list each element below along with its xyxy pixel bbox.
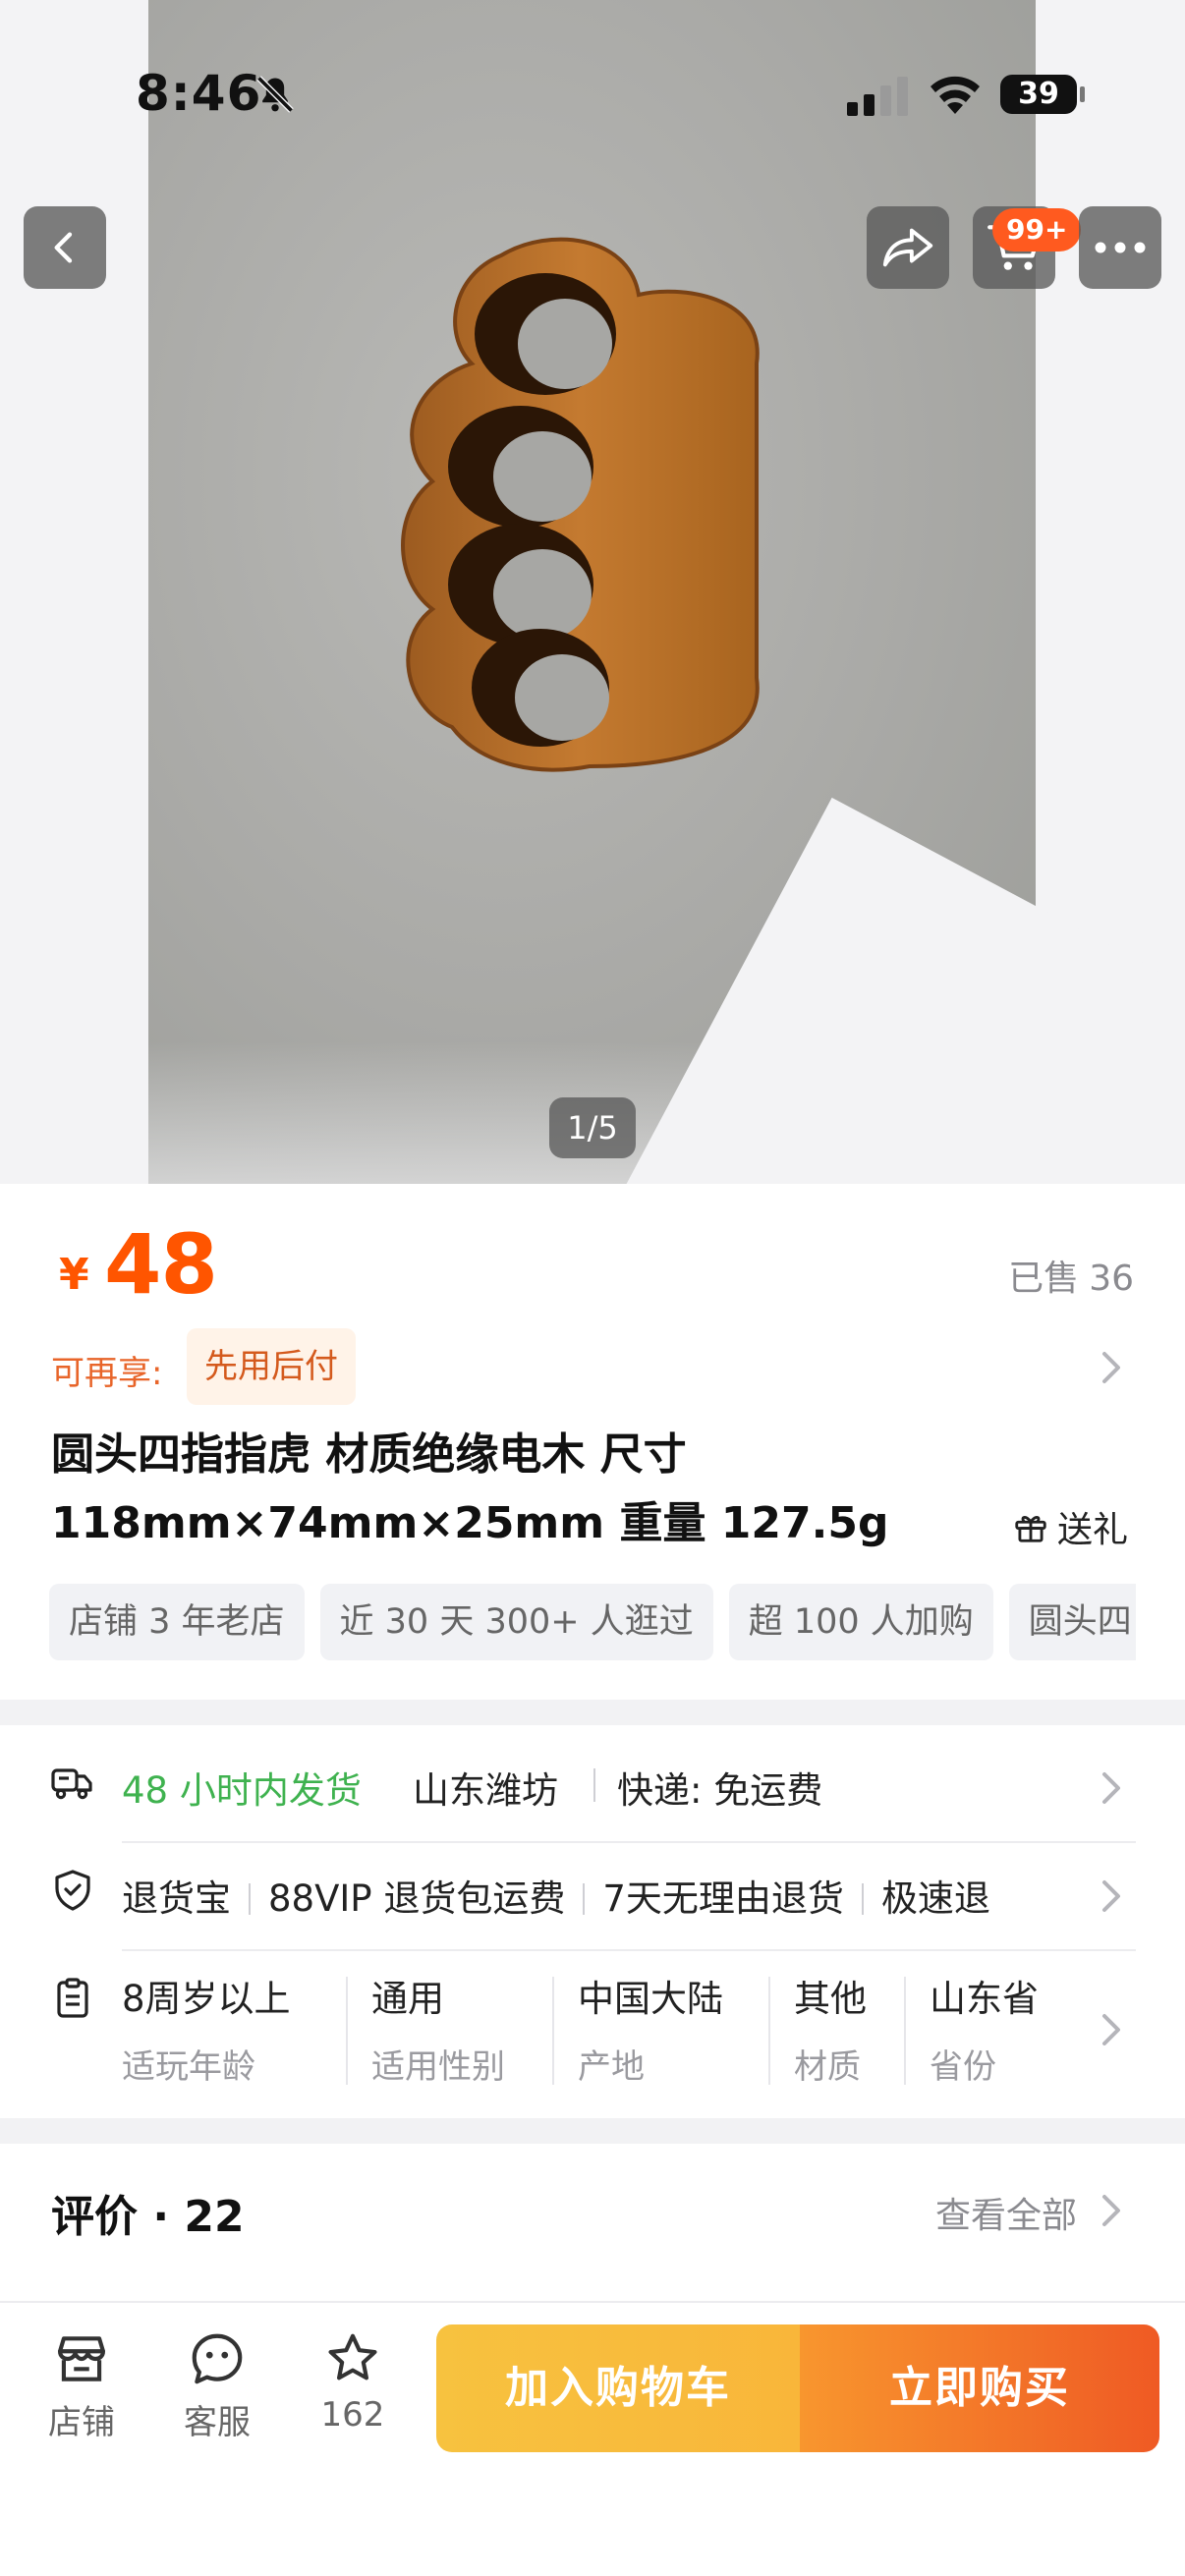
more-icon [1095, 242, 1146, 253]
ship-fee: 快递: 免运费 [617, 1769, 823, 1812]
tag-more[interactable]: 圆头四 [1008, 1584, 1136, 1660]
divider [593, 1768, 595, 1802]
row-divider [122, 1949, 1136, 1951]
attr-value: 山东省 [930, 1978, 1039, 2020]
promo-label: 可再享: [51, 1354, 163, 1393]
guarantee-return-insurance: 退货宝 [122, 1877, 231, 1918]
attr-value: 8周岁以上 [122, 1978, 291, 2020]
store-button[interactable]: 店铺 [28, 2328, 136, 2443]
attr-value: 中国大陆 [578, 1978, 723, 2020]
gallery-page-indicator: 1/5 [549, 1097, 636, 1158]
attr-province: 山东省 省份 [930, 1969, 1039, 2088]
chevron-left-icon [54, 232, 73, 263]
attr-origin: 中国大陆 产地 [578, 1969, 723, 2088]
divider [552, 1977, 554, 2085]
store-label: 店铺 [48, 2403, 115, 2442]
price-currency: ¥ [59, 1250, 89, 1300]
divider [861, 1883, 864, 1915]
attr-key: 适用性别 [371, 2047, 505, 2087]
more-button[interactable] [1079, 206, 1161, 289]
share-button[interactable] [867, 206, 949, 289]
guarantee-list[interactable]: 退货宝 88VIP 退货包运费 7天无理由退货 极速退 [122, 1869, 1065, 1918]
attr-value: 通用 [371, 1978, 444, 2020]
delivery-truck-icon [51, 1768, 92, 1800]
ship-origin: 山东潍坊 [413, 1769, 558, 1812]
star-icon [328, 2333, 377, 2380]
battery-cap [1080, 86, 1085, 102]
wifi-icon [931, 76, 980, 114]
product-title: 圆头四指指虎 材质绝缘电木 尺寸 118mm×74mm×25mm 重量 127.… [51, 1421, 955, 1558]
signal-icon [847, 77, 908, 116]
chevron-right-icon[interactable] [1099, 2193, 1124, 2228]
attr-key: 适玩年龄 [122, 2047, 255, 2087]
attr-gender: 通用 适用性别 [371, 1969, 505, 2088]
divider [768, 1977, 770, 2085]
tag-cart-adds[interactable]: 超 100 人加购 [728, 1584, 993, 1660]
divider [249, 1883, 251, 1915]
attr-key: 产地 [578, 2047, 645, 2087]
guarantee-chevron-icon[interactable] [1099, 1878, 1124, 1914]
chevron-right-icon[interactable] [1099, 1350, 1124, 1385]
tag-store-age[interactable]: 店铺 3 年老店 [49, 1584, 305, 1660]
chat-face-icon [192, 2333, 243, 2384]
cart-count-badge: 99+ [992, 208, 1082, 252]
row-divider [122, 1841, 1136, 1843]
pay-later-tag[interactable]: 先用后付 [187, 1328, 356, 1405]
attr-material: 其他 材质 [794, 1969, 867, 2088]
shipping-chevron-icon[interactable] [1099, 1770, 1124, 1806]
favorite-button[interactable]: 162 [299, 2328, 407, 2435]
shield-check-icon [55, 1870, 90, 1911]
share-icon [882, 228, 933, 267]
add-to-cart-button[interactable]: 加入购物车 [436, 2324, 800, 2452]
view-all-reviews-link[interactable]: 查看全部 [935, 2187, 1077, 2238]
sold-label: 已售 [1008, 1259, 1080, 1299]
product-tags: 店铺 3 年老店近 30 天 300+ 人逛过超 100 人加购 圆头四 [49, 1584, 1136, 1662]
tag-visitors[interactable]: 近 30 天 300+ 人逛过 [319, 1584, 713, 1660]
buy-now-button[interactable]: 立即购买 [800, 2324, 1159, 2452]
sold-count: 已售 36 [998, 1250, 1134, 1301]
ship-time: 48 小时内发货 [122, 1769, 362, 1812]
favorite-count: 162 [320, 2395, 385, 2435]
guarantee-fast-refund: 极速退 [880, 1877, 990, 1918]
product-gallery[interactable] [0, 0, 1185, 1184]
gift-button[interactable]: 送礼 [1012, 1501, 1128, 1552]
divider [346, 1977, 348, 2085]
silent-bell-icon [256, 76, 294, 113]
back-button[interactable] [24, 206, 106, 289]
attr-key: 省份 [930, 2047, 996, 2087]
attr-age: 8周岁以上适玩年龄 [122, 1969, 291, 2088]
product-image [401, 237, 760, 772]
product-title-line1: 圆头四指指虎 材质绝缘电木 尺寸 [51, 1429, 687, 1480]
attributes-chevron-icon[interactable] [1099, 2012, 1124, 2047]
reviews-title: 评价 · 22 [51, 2192, 245, 2242]
price-amount: 48 [104, 1216, 218, 1313]
attr-key: 材质 [794, 2047, 861, 2087]
guarantee-7day: 7天无理由退货 [602, 1877, 844, 1918]
clipboard-icon [57, 1978, 88, 2018]
battery-level: 39 [1000, 75, 1077, 114]
sold-number: 36 [1089, 1259, 1134, 1299]
gift-icon [1015, 1516, 1046, 1542]
product-title-line2: 118mm×74mm×25mm 重量 127.5g [51, 1498, 889, 1548]
attr-value: 其他 [794, 1978, 867, 2020]
status-time: 8:46 [136, 65, 262, 122]
service-label: 客服 [184, 2403, 251, 2442]
divider [904, 1977, 906, 2085]
guarantee-vip-return: 88VIP 退货包运费 [268, 1877, 566, 1918]
gift-label: 送礼 [1057, 1510, 1129, 1550]
customer-service-button[interactable]: 客服 [163, 2328, 271, 2443]
store-icon [57, 2336, 106, 2381]
divider [583, 1883, 586, 1915]
